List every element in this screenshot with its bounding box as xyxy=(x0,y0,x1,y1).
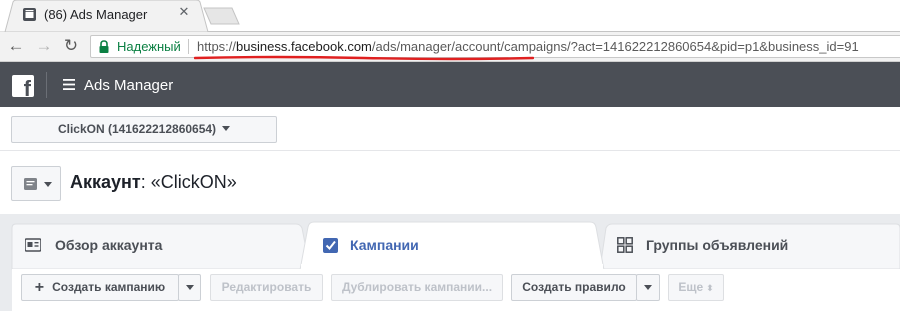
create-rule-label: Создать правило xyxy=(522,280,626,294)
create-campaign-dropdown[interactable] xyxy=(178,274,201,301)
chevron-down-icon xyxy=(644,285,652,290)
chevron-down-icon xyxy=(222,126,231,131)
facebook-logo-letter: f xyxy=(23,76,31,101)
new-tab-button[interactable] xyxy=(206,8,238,24)
create-rule-dropdown[interactable] xyxy=(636,274,660,301)
plus-icon: + xyxy=(34,279,45,296)
close-tab-icon[interactable]: ✕ xyxy=(178,5,190,18)
header-divider xyxy=(46,72,47,98)
document-icon xyxy=(24,178,37,190)
overview-icon xyxy=(25,238,41,252)
url-scheme: https:// xyxy=(197,39,237,54)
checkbox-checked-icon xyxy=(323,238,338,253)
campaign-actions-toolbar: + Создать кампанию Редактировать Дублиров… xyxy=(12,269,900,311)
tab-label: Обзор аккаунта xyxy=(55,237,163,253)
hamburger-menu-icon xyxy=(63,79,75,90)
edit-label: Редактировать xyxy=(221,280,312,294)
create-campaign-button[interactable]: + Создать кампанию xyxy=(21,274,179,301)
grid-icon xyxy=(617,237,633,253)
more-label: Еще xyxy=(678,280,704,294)
account-heading-value: : «ClickON» xyxy=(140,172,237,192)
up-down-arrow-icon: ⬍ xyxy=(706,283,714,293)
account-selector[interactable]: ClickON (141622212860654) xyxy=(11,116,277,143)
account-heading-key: Аккаунт xyxy=(70,172,141,192)
more-button[interactable]: Еще ⬍ xyxy=(668,274,724,301)
account-selector-label: ClickON (141622212860654) xyxy=(57,122,217,136)
page-title: Аккаунт: «ClickON» xyxy=(70,170,237,194)
duplicate-campaigns-button[interactable]: Дублировать кампании... xyxy=(331,274,503,301)
url-underline-annotation xyxy=(194,55,534,61)
chevron-down-icon xyxy=(44,182,52,187)
secure-label: Надежный xyxy=(117,39,181,54)
address-divider xyxy=(188,39,189,54)
app-title: Ads Manager xyxy=(84,77,174,94)
app-header: f Ads Manager xyxy=(0,62,900,107)
lock-icon xyxy=(99,40,109,53)
ads-manager-favicon-icon xyxy=(23,8,36,21)
create-campaign-label: Создать кампанию xyxy=(52,280,166,294)
tab-label: Группы объявлений xyxy=(646,237,789,253)
reload-icon[interactable]: ↻ xyxy=(61,36,81,56)
tab-label: Кампании xyxy=(350,237,419,253)
url-host: business.facebook.com xyxy=(236,39,372,54)
facebook-logo-icon[interactable]: f xyxy=(12,75,34,101)
chevron-down-icon xyxy=(185,285,194,290)
browser-tabstrip: (86) Ads Manager ✕ xyxy=(0,0,900,32)
url-path: /ads/manager/account/campaigns/?act=1416… xyxy=(371,39,859,54)
forward-arrow-icon[interactable]: → xyxy=(34,36,54,56)
section-divider xyxy=(0,150,900,151)
edit-button[interactable]: Редактировать xyxy=(210,274,323,301)
duplicate-label: Дублировать кампании... xyxy=(341,280,493,294)
url-text[interactable]: https://business.facebook.com/ads/manage… xyxy=(197,36,859,57)
create-rule-button[interactable]: Создать правило xyxy=(511,274,637,301)
browser-tab-title: (86) Ads Manager xyxy=(44,7,148,22)
back-arrow-icon[interactable]: ← xyxy=(6,36,26,56)
account-menu-button[interactable] xyxy=(11,166,61,201)
